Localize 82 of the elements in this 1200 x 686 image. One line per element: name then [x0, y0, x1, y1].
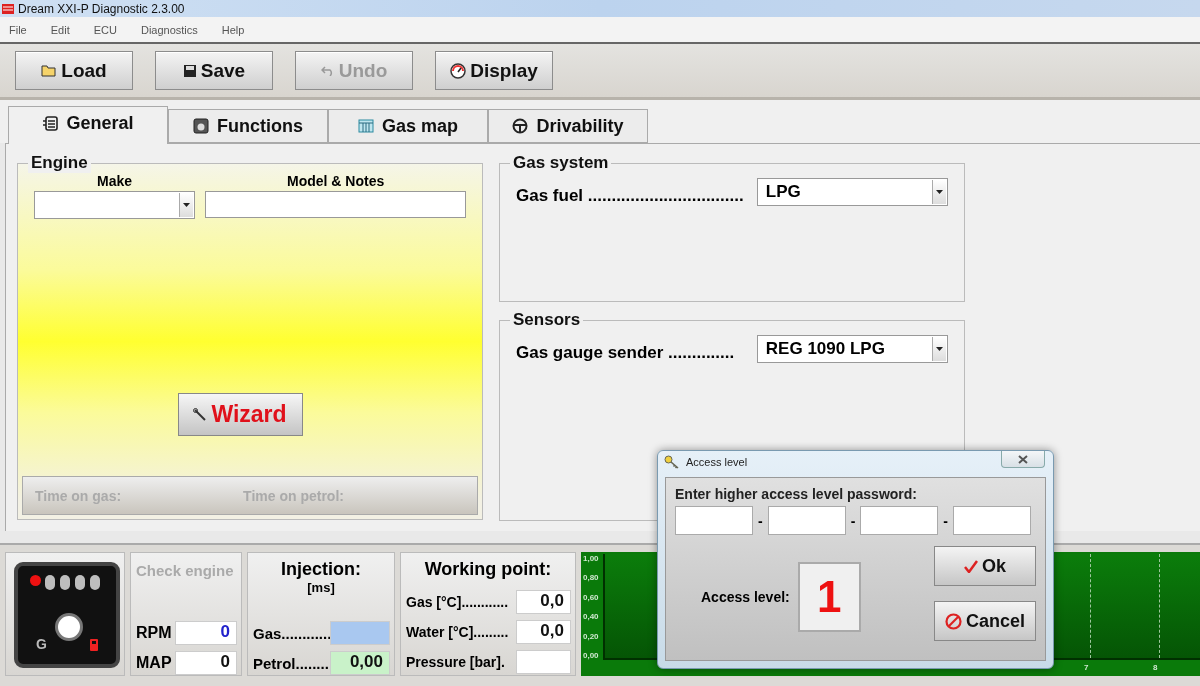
separator-dash: -: [850, 512, 856, 529]
switch-knob[interactable]: [55, 613, 83, 641]
reading-value: 0,00: [330, 651, 390, 675]
toolbar-button[interactable]: Save: [155, 51, 273, 90]
gauge-icon: [450, 62, 467, 79]
group-title: Engine: [28, 153, 91, 173]
key-icon: [664, 455, 680, 469]
prohibited-icon: [945, 612, 962, 630]
reading-label: Gas [°C]............: [406, 594, 509, 610]
axis-tick-label: 0,80: [583, 573, 600, 583]
password-input-field[interactable]: [953, 506, 1031, 535]
check-icon: [964, 559, 978, 573]
axis-tick-label: 0,20: [583, 631, 600, 641]
toolbar-button[interactable]: Load: [15, 51, 133, 90]
axis-tick-label: 8: [1153, 663, 1158, 672]
menu-item[interactable]: File: [9, 23, 27, 36]
axis-tick-label: 0,60: [583, 592, 600, 602]
password-input-field[interactable]: [767, 506, 846, 535]
make-dropdown[interactable]: [34, 191, 196, 219]
group-title: Gas system: [510, 153, 612, 173]
access-level-value: 1: [797, 561, 861, 632]
close-button[interactable]: [1001, 451, 1045, 468]
caret-icon: [936, 190, 943, 194]
menu-item[interactable]: Edit: [50, 23, 70, 36]
check-engine-indicator: Check engine: [136, 562, 234, 579]
close-icon: [1018, 454, 1028, 464]
column-heading: Model & Notes: [286, 173, 386, 189]
model-input-field[interactable]: [205, 191, 466, 218]
column-heading: Make: [96, 173, 134, 189]
dialog-title: Access level: [686, 456, 748, 468]
reading-label: RPM: [136, 624, 172, 642]
caret-icon: [936, 347, 943, 351]
menu-item[interactable]: Help: [221, 23, 245, 36]
access-level-label: Access level:: [701, 588, 790, 605]
reading-value: [516, 650, 571, 674]
gas-mark: G: [36, 636, 47, 652]
steering-wheel-icon: [512, 118, 529, 134]
caret-icon: [183, 203, 191, 207]
dropdown[interactable]: REG 1090 LPG: [756, 335, 948, 363]
panel-title: Injection:: [280, 559, 362, 580]
reading-label: MAP: [136, 654, 172, 672]
axis-tick-label: 0,00: [583, 650, 600, 660]
wizard-button[interactable]: Wizard: [177, 393, 303, 436]
folder-icon: [41, 64, 58, 77]
field-label: Gas fuel .................................: [516, 185, 745, 206]
table-icon: [357, 119, 374, 133]
menu-item[interactable]: Diagnostics: [140, 23, 198, 36]
dialog-button[interactable]: Ok: [934, 546, 1036, 586]
tab[interactable]: Functions: [168, 109, 328, 143]
reading-label: Pressure [bar].: [406, 654, 505, 670]
unit-label: [ms]: [306, 580, 336, 595]
panel-title: Working point:: [423, 559, 553, 580]
reading-value: 0,0: [516, 590, 571, 614]
separator-dash: -: [943, 512, 948, 529]
separator-dash: -: [758, 512, 763, 529]
tab[interactable]: General: [8, 106, 168, 144]
reading-label: Petrol........: [253, 654, 329, 672]
reading-value: 0,0: [516, 620, 571, 644]
tab[interactable]: Gas map: [328, 109, 488, 143]
menu-item[interactable]: ECU: [93, 23, 117, 36]
prompt-text: Enter higher access level password:: [675, 486, 918, 502]
app-icon: [2, 3, 14, 14]
axis-tick-label: 7: [1084, 663, 1089, 672]
tab[interactable]: Drivability: [488, 109, 648, 143]
dialog-button[interactable]: Cancel: [934, 601, 1036, 641]
engine-icon: [42, 115, 59, 131]
password-input-field[interactable]: [675, 506, 753, 535]
fuel-pump-icon: [90, 638, 100, 651]
module-icon: [193, 118, 209, 134]
reading-value: 0: [175, 651, 237, 675]
axis-tick-label: 0,40: [583, 612, 600, 622]
password-input-field[interactable]: [860, 506, 939, 535]
undo-icon: [320, 65, 335, 76]
wrench-icon: [193, 407, 208, 422]
toolbar-button[interactable]: Display: [435, 51, 553, 90]
window-title: Dream XXI-P Diagnostic 2.3.00: [18, 1, 185, 16]
reading-label: Water [°C].........: [406, 624, 509, 640]
dropdown[interactable]: LPG: [756, 178, 948, 206]
reading-value: 0: [175, 621, 237, 645]
axis-tick-label: 1,00: [583, 554, 600, 563]
reading-label: Gas............: [253, 624, 330, 642]
field-label: Gas gauge sender ..............: [516, 342, 736, 363]
